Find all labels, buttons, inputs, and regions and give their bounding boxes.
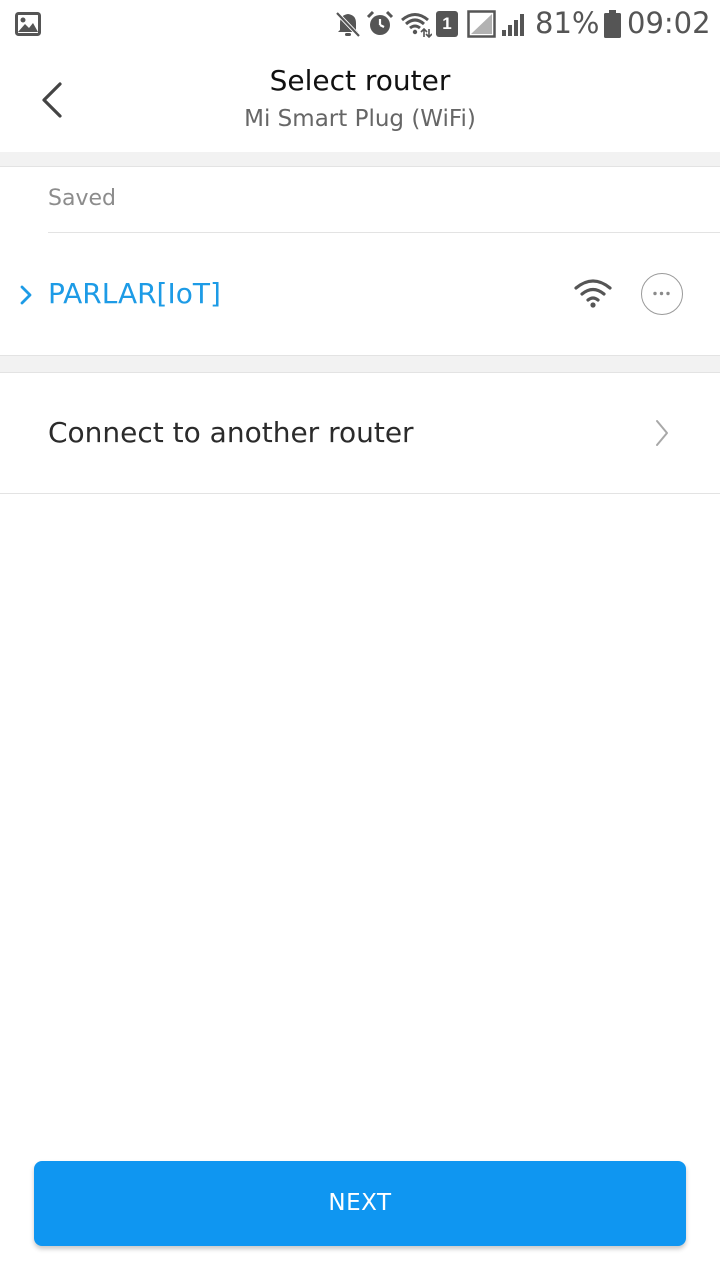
chevron-right-icon	[656, 420, 668, 446]
section-separator-middle	[0, 355, 720, 373]
section-separator-top	[0, 152, 720, 167]
wifi-icon	[401, 13, 432, 38]
wifi-signal-icon	[574, 279, 612, 308]
clock: 09:02	[627, 6, 711, 40]
battery-percent: 81%	[535, 6, 600, 40]
sim-slot-label: 1	[442, 14, 452, 33]
battery-icon	[604, 10, 621, 38]
connect-another-router-label: Connect to another router	[48, 416, 414, 449]
router-name: PARLAR[IoT]	[48, 277, 221, 310]
page-subtitle: Mi Smart Plug (WiFi)	[244, 106, 476, 132]
more-options-icon	[653, 291, 670, 296]
alarm-icon	[366, 10, 394, 35]
router-item[interactable]: PARLAR[IoT]	[0, 233, 720, 355]
header: Select router Mi Smart Plug (WiFi)	[0, 50, 720, 152]
screen: 1 81% 09:02 Select router Mi Smart Plug …	[0, 0, 720, 1280]
connect-another-router-row[interactable]: Connect to another router	[0, 372, 720, 493]
next-button[interactable]: NEXT	[34, 1161, 686, 1246]
row-divider	[0, 493, 720, 494]
more-options-button[interactable]	[641, 273, 683, 315]
mute-icon	[335, 11, 361, 38]
no-signal-icon	[467, 10, 496, 38]
page-title: Select router	[269, 64, 451, 97]
signal-icon	[502, 14, 524, 36]
sim-icon: 1	[436, 11, 458, 37]
selected-chevron-icon	[20, 285, 32, 305]
saved-section-label: Saved	[48, 186, 116, 211]
gallery-icon	[15, 12, 41, 36]
status-bar: 1 81% 09:02	[0, 0, 720, 50]
